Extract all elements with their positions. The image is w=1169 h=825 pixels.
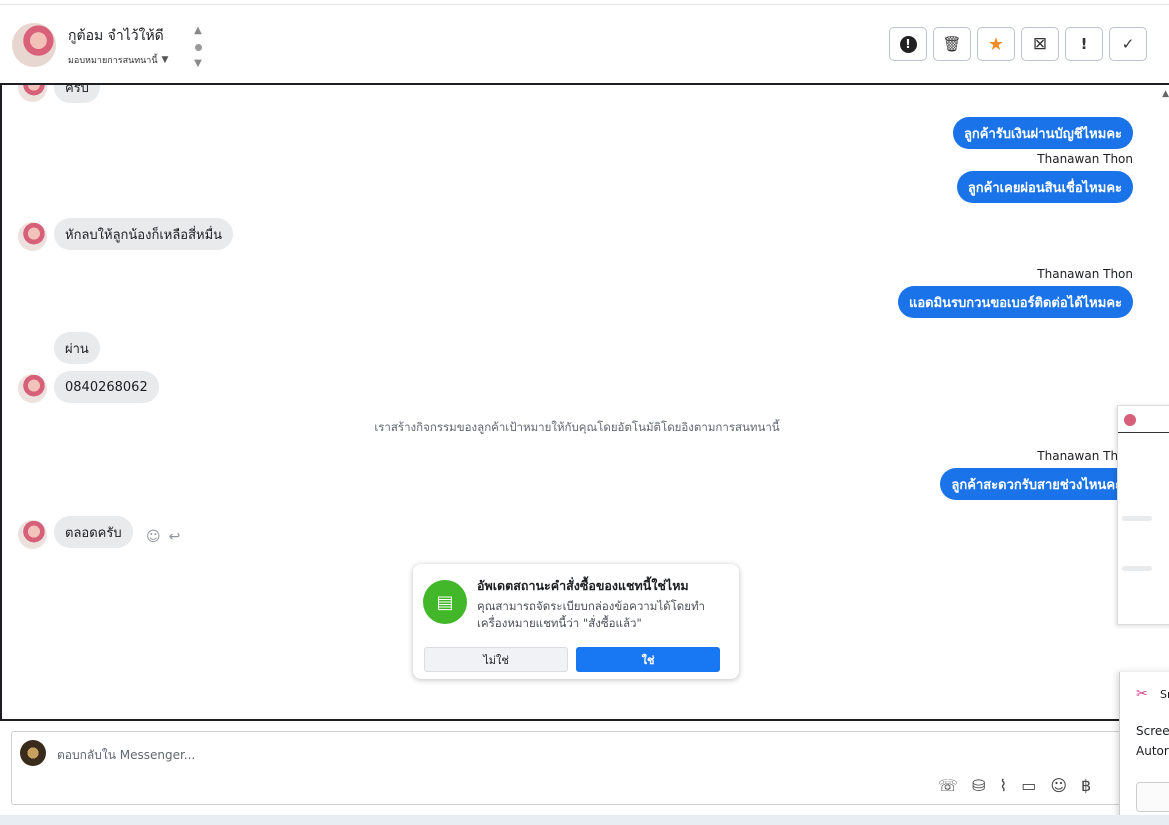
payment-icon[interactable]: ฿ xyxy=(1081,776,1091,795)
star-icon: ★ xyxy=(987,33,1005,55)
emoji-react-icon[interactable]: ☺ xyxy=(146,529,161,545)
emoji-icon[interactable]: ☺ xyxy=(1050,776,1067,795)
conversation-toolbar: ! 🗑 ★ ⊠ ! ✓ xyxy=(889,27,1147,61)
saved-reply-icon[interactable]: ▭ xyxy=(1021,776,1036,795)
incoming-message: ครับ xyxy=(54,85,100,103)
contact-name[interactable]: กูต้อม จำไว้ให้ดี xyxy=(68,25,164,47)
no-button[interactable]: ไม่ใช่ xyxy=(424,647,568,672)
prompt-title: อัพเดตสถานะคำสั่งซื้อของแชทนี้ใช่ไหม xyxy=(477,578,689,593)
order-status-prompt: ▤ อัพเดตสถานะคำสั่งซื้อของแชทนี้ใช่ไหม ค… xyxy=(413,564,739,679)
contact-avatar-small xyxy=(18,85,47,102)
contact-avatar[interactable] xyxy=(12,23,56,67)
sender-name: Thanawan Thon xyxy=(1037,152,1133,166)
incoming-message: หักลบให้ลูกน้องก็เหลือสี่หมื่น xyxy=(54,218,234,250)
next-conversation-icon[interactable]: ▼ xyxy=(194,58,202,69)
trash-icon: 🗑 xyxy=(942,35,962,53)
notification-line: Autor xyxy=(1136,744,1169,758)
yes-button[interactable]: ใช่ xyxy=(576,647,720,672)
bottom-bar xyxy=(0,815,1169,825)
incoming-message: 0840268062 xyxy=(54,371,159,403)
contact-avatar-small xyxy=(18,520,47,549)
prompt-body: คุณสามารถจัดระเบียบกล่องข้อความได้โดยทำเ… xyxy=(477,599,706,630)
check-icon: ✓ xyxy=(1121,35,1135,53)
thumbnail-divider xyxy=(1118,432,1169,433)
message-actions: ☺ ↩ xyxy=(146,529,180,545)
call-icon[interactable]: ☏ xyxy=(938,776,958,795)
preview-thumbnail[interactable] xyxy=(1117,405,1169,625)
thumbnail-avatar xyxy=(1124,414,1136,426)
outgoing-message: ลูกค้ารับเงินผ่านบัญชีไหมคะ xyxy=(952,117,1133,149)
reply-composer[interactable]: ตอบกลับใน Messenger... ☏ ⛁ ⌇ ▭ ☺ ฿ xyxy=(11,731,1169,805)
notification-title: Sn xyxy=(1160,688,1169,701)
conversation-nav: ▲ ▼ xyxy=(192,25,204,69)
outgoing-message: แอดมินรบกวนขอเบอร์ติดต่อได้ไหมคะ xyxy=(897,286,1133,318)
thumbnail-bubble xyxy=(1122,516,1152,521)
thumbnail-bubble xyxy=(1122,566,1152,571)
delete-button[interactable]: 🗑 xyxy=(933,27,971,61)
page-avatar xyxy=(20,740,46,766)
star-button[interactable]: ★ xyxy=(977,27,1015,61)
mark-important-button[interactable]: ! xyxy=(1065,27,1103,61)
dot-icon xyxy=(194,43,202,51)
mark-done-button[interactable]: ✓ xyxy=(1109,27,1147,61)
order-receipt-icon: ▤ xyxy=(423,580,467,624)
sender-name: Thanawan Thon xyxy=(1037,267,1133,281)
archive-button[interactable]: ⊠ xyxy=(1021,27,1059,61)
conversation-header: กูต้อม จำไว้ให้ดี มอบหมายการสนทนานี้ ▼ ▲… xyxy=(0,4,1169,82)
attachment-icon[interactable]: ⌇ xyxy=(999,776,1007,795)
assign-label: มอบหมายการสนทนานี้ xyxy=(68,56,158,66)
scissors-icon: ✂ xyxy=(1136,686,1148,702)
snipping-tool-notification[interactable]: ✂ Sn Scree Autor xyxy=(1119,672,1169,825)
chevron-down-icon: ▼ xyxy=(161,55,169,65)
reply-icon[interactable]: ↩ xyxy=(169,529,181,545)
previous-conversation-icon[interactable]: ▲ xyxy=(194,25,202,36)
report-icon: ! xyxy=(899,35,917,53)
notification-line: Scree xyxy=(1136,724,1169,738)
message-thread[interactable]: ▲ ครับ ลูกค้ารับเงินผ่านบัญชีไหมคะ Thana… xyxy=(0,83,1169,721)
scroll-up-icon[interactable]: ▲ xyxy=(1162,89,1169,99)
outgoing-message: ลูกค้าเคยผ่อนสินเชื่อไหมคะ xyxy=(956,171,1133,203)
assign-conversation-dropdown[interactable]: มอบหมายการสนทนานี้ ▼ xyxy=(68,53,168,67)
notification-button[interactable] xyxy=(1136,782,1169,812)
archive-icon: ⊠ xyxy=(1032,34,1048,54)
composer-actions: ☏ ⛁ ⌇ ▭ ☺ ฿ xyxy=(938,776,1091,795)
report-button[interactable]: ! xyxy=(889,27,927,61)
reply-input[interactable]: ตอบกลับใน Messenger... xyxy=(57,746,195,765)
incoming-message: ตลอดครับ xyxy=(54,516,133,548)
exclamation-icon: ! xyxy=(1080,35,1088,53)
shopping-bag-icon[interactable]: ⛁ xyxy=(972,776,985,795)
contact-avatar-small xyxy=(18,222,47,251)
system-message: เราสร้างกิจกรรมของลูกค้าเป้าหมายให้กับคุ… xyxy=(374,420,780,434)
incoming-message: ผ่าน xyxy=(54,332,100,364)
outgoing-message: ลูกค้าสะดวกรับสายช่วงไหนคะ xyxy=(940,468,1133,500)
contact-avatar-small xyxy=(18,374,47,403)
